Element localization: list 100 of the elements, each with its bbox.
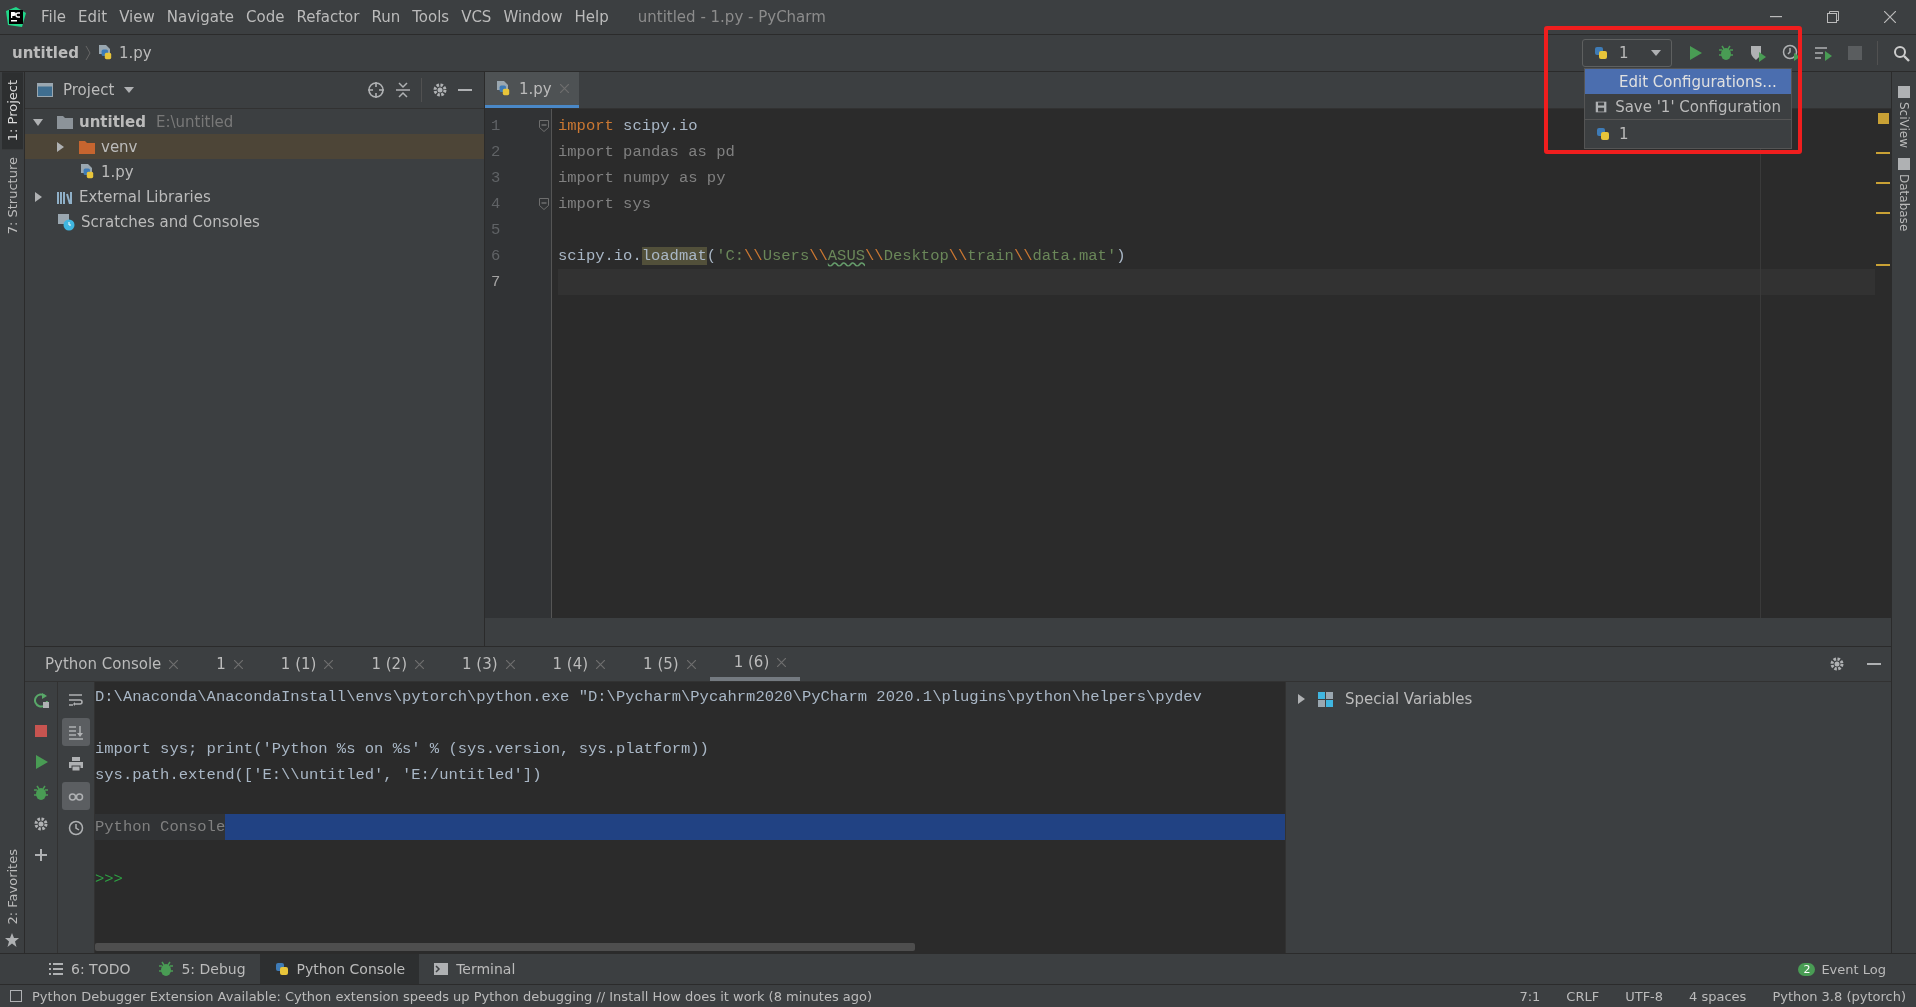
console-output: sys.path.extend(['E:\\untitled', 'E:/untitled']) <box>95 765 542 786</box>
menu-item[interactable]: File <box>38 8 76 26</box>
variables-tree-item[interactable]: Special Variables <box>1296 686 1881 712</box>
console-tab[interactable]: 1 (5) <box>619 647 710 681</box>
tool-window-tab[interactable]: 1: Project <box>1 72 23 150</box>
menu-item[interactable]: Refactor <box>293 8 369 26</box>
printer-icon <box>68 756 84 772</box>
coverage-icon[interactable] <box>1749 44 1767 62</box>
menu-item[interactable]: VCS <box>458 8 501 26</box>
code-line: import pandas as pd <box>558 143 735 161</box>
warning-marker[interactable] <box>1876 152 1890 154</box>
menu-item[interactable]: Edit Configurations... <box>1585 69 1791 94</box>
bug-icon[interactable] <box>33 785 49 801</box>
star-icon <box>5 933 19 947</box>
minimize-icon[interactable] <box>1770 16 1782 18</box>
panel-title[interactable]: Project <box>63 81 115 99</box>
search-icon[interactable] <box>1893 44 1910 62</box>
run-config-dropdown[interactable]: 1 <box>1582 39 1672 67</box>
settings-icon[interactable] <box>432 82 448 98</box>
tool-window-tab[interactable]: 7: Structure <box>1 149 23 243</box>
tool-window-tab[interactable]: Terminal <box>419 954 530 984</box>
rerun-icon[interactable] <box>33 692 49 708</box>
square-icon[interactable] <box>10 990 22 1002</box>
restore-icon[interactable] <box>1827 11 1839 23</box>
warning-marker[interactable] <box>1876 264 1890 266</box>
console-banner: Python Console <box>95 814 226 840</box>
fold-marker-icon[interactable] <box>539 198 549 210</box>
editor-tab[interactable]: 1.py <box>485 72 579 108</box>
bug-icon[interactable] <box>1718 45 1734 61</box>
settings-icon[interactable] <box>33 816 49 832</box>
warning-marker[interactable] <box>1876 212 1890 214</box>
console-tab[interactable]: 1 (1) <box>256 647 348 681</box>
menu-item[interactable]: Edit <box>75 8 117 26</box>
menu-item[interactable]: Run <box>368 8 410 26</box>
expand-arrow-icon[interactable] <box>33 191 43 202</box>
expand-arrow-icon[interactable] <box>1296 694 1306 704</box>
event-log-button[interactable]: 2 Event Log <box>1798 961 1916 977</box>
console-tab[interactable]: 1 (3) <box>438 647 529 681</box>
tree-item[interactable]: Scratches and Consoles <box>25 209 484 234</box>
run-icon[interactable] <box>1687 45 1703 61</box>
console-tab[interactable]: 1 <box>192 647 257 681</box>
collapse-all-icon[interactable] <box>395 82 411 98</box>
run-icon[interactable] <box>33 754 49 770</box>
tree-item[interactable]: venv <box>25 134 484 159</box>
status-item[interactable]: Python 3.8 (pytorch) <box>1772 988 1906 1004</box>
console-tab[interactable]: 1 (4) <box>528 647 620 681</box>
console-output: D:\Anaconda\AnacondaInstall\envs\pytorch\python.exe "D:\Pycharm\Pycahrm2020\PyCharm 2020.1\plugins\python\helpers\pydev <box>95 687 1202 708</box>
scrollbar[interactable] <box>95 943 915 951</box>
menu-item[interactable]: Navigate <box>163 8 244 26</box>
settings-icon[interactable] <box>1829 656 1845 672</box>
grid-icon <box>1318 691 1333 707</box>
terminal-icon <box>433 961 450 977</box>
expand-arrow-icon[interactable] <box>55 141 65 152</box>
caret-icon <box>1651 50 1661 56</box>
panel-icon <box>1898 86 1910 98</box>
console-tab[interactable]: Python Console <box>45 647 193 681</box>
tool-window-tab[interactable]: Database <box>1897 158 1911 232</box>
close-icon[interactable] <box>1884 11 1896 23</box>
tree-item[interactable]: untitled E:\untitled <box>25 109 484 134</box>
tree-item[interactable]: 1.py <box>25 159 484 184</box>
warning-marker[interactable] <box>1877 113 1889 124</box>
console-tab[interactable]: 1 (2) <box>347 647 438 681</box>
chevron-icon <box>84 45 91 61</box>
tool-window-tab[interactable]: 6: TODO <box>34 954 145 984</box>
panel-icon <box>1898 158 1910 171</box>
glasses-toggle[interactable] <box>62 782 90 810</box>
menu-item[interactable]: View <box>116 8 164 26</box>
menu-item[interactable]: Save '1' Configuration <box>1585 94 1791 119</box>
warning-marker[interactable] <box>1876 182 1890 184</box>
status-item[interactable]: 4 spaces <box>1689 988 1747 1004</box>
crosshair-icon[interactable] <box>367 81 385 99</box>
tool-window-tab[interactable]: 5: Debug <box>144 954 260 984</box>
stop-icon[interactable] <box>33 723 49 739</box>
menu-item[interactable]: Code <box>243 8 294 26</box>
menu-item[interactable]: Tools <box>409 8 459 26</box>
scratches-icon <box>57 212 75 231</box>
menu-item[interactable]: Help <box>571 8 618 26</box>
tree-item[interactable]: External Libraries <box>25 184 484 209</box>
run-list-icon[interactable] <box>1815 45 1833 61</box>
tool-window-tab[interactable]: Python Console <box>259 954 420 984</box>
folder-icon <box>79 139 95 154</box>
folder-path: E:\untitled <box>155 112 234 131</box>
caret-icon[interactable] <box>124 87 135 93</box>
scroll-to-end-toggle[interactable] <box>62 718 90 746</box>
plus-icon[interactable] <box>33 847 49 863</box>
profiler-icon[interactable] <box>1782 44 1800 62</box>
status-item[interactable]: 7:1 <box>1519 988 1541 1004</box>
list-icon <box>48 961 64 977</box>
status-item[interactable]: UTF-8 <box>1625 988 1664 1004</box>
tool-window-tab[interactable]: SciView <box>1897 86 1911 149</box>
fold-marker-icon[interactable] <box>539 120 549 132</box>
status-item[interactable]: CRLF <box>1566 988 1600 1004</box>
breadcrumb[interactable]: untitled <box>12 44 79 62</box>
breadcrumb[interactable]: 1.py <box>118 44 152 62</box>
count-badge: 2 <box>1798 962 1816 976</box>
code-line: import sys <box>558 195 651 213</box>
expand-arrow-icon[interactable] <box>33 116 43 127</box>
menu-item[interactable]: 1 <box>1585 119 1791 148</box>
menu-item[interactable]: Window <box>500 8 572 26</box>
tool-window-tab[interactable]: 2: Favorites <box>1 841 23 933</box>
